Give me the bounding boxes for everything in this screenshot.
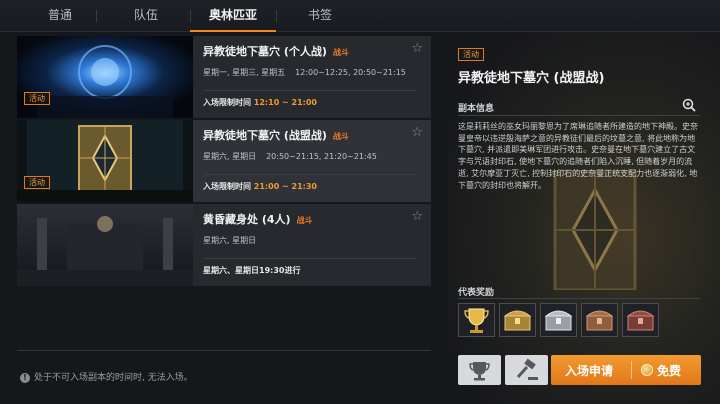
section-dungeon-info: 副本信息: [458, 104, 495, 114]
tab-divider: [96, 10, 97, 22]
trophy-icon: [469, 362, 490, 381]
divider: [458, 115, 700, 116]
entry-time-limit: 星期六、星期日19:30进行: [203, 266, 301, 275]
gavel-icon: [516, 358, 538, 380]
divider: [458, 298, 700, 299]
reward-silver-chest-icon[interactable]: [540, 303, 577, 337]
tab-party[interactable]: 队伍: [110, 0, 182, 32]
dungeon-schedule: 星期一, 星期三, 星期五 12:00~12:25, 20:50~21:15: [203, 68, 406, 77]
divider: [203, 174, 417, 175]
dungeon-card[interactable]: 活动 异教徒地下墓穴 (战盟战) 战斗 ☆ 星期六, 星期日 20:50~21:15…: [17, 120, 431, 202]
dungeon-title: 黄昏藏身处 (4人) 战斗: [203, 213, 313, 226]
reward-red-chest-icon[interactable]: [622, 303, 659, 337]
section-rewards: 代表奖励: [458, 288, 495, 298]
tab-bookmark[interactable]: 书签: [284, 0, 356, 32]
dungeon-thumbnail: [17, 36, 193, 118]
detail-title: 异教徒地下墓穴 (战盟战): [458, 71, 605, 86]
reward-gold-chest-icon[interactable]: [499, 303, 536, 337]
auction-button[interactable]: [505, 355, 548, 385]
bookmark-star-icon[interactable]: ☆: [411, 125, 423, 140]
divider: [17, 350, 431, 351]
dungeon-schedule: 星期六, 星期日: [203, 236, 257, 245]
ranking-trophy-button[interactable]: [458, 355, 501, 385]
zoom-icon[interactable]: [682, 98, 696, 112]
top-tab-bar: 普通 队伍 奥林匹亚 书签: [0, 0, 720, 32]
event-tag: 活动: [24, 176, 50, 189]
bookmark-star-icon[interactable]: ☆: [411, 41, 423, 56]
dungeon-title: 异教徒地下墓穴 (个人战) 战斗: [203, 45, 349, 58]
reward-bronze-chest-icon[interactable]: [581, 303, 618, 337]
enter-apply-button[interactable]: 入场申请 免费: [551, 355, 701, 385]
divider: [203, 258, 417, 259]
event-tag: 活动: [24, 92, 50, 105]
entry-time-limit: 入场限制时间 21:00 ~ 21:30: [203, 182, 317, 191]
reward-trophy-icon[interactable]: [458, 303, 495, 337]
dungeon-title: 异教徒地下墓穴 (战盟战) 战斗: [203, 129, 349, 142]
battle-badge: 战斗: [332, 48, 349, 57]
dungeon-card[interactable]: 黄昏藏身处 (4人) 战斗 ☆ 星期六, 星期日 星期六、星期日19:30进行: [17, 204, 431, 286]
info-icon: !: [20, 373, 30, 383]
dungeon-thumbnail: [17, 204, 193, 286]
battle-badge: 战斗: [296, 216, 313, 225]
entry-time-limit: 入场限制时间 12:10 ~ 21:00: [203, 98, 317, 107]
dungeon-thumbnail: [17, 120, 193, 202]
entry-notice: ! 处于不可入场副本的时间时, 无法入场。: [20, 370, 193, 383]
event-tag: 活动: [458, 48, 484, 61]
tab-normal[interactable]: 普通: [24, 0, 96, 32]
dungeon-card[interactable]: 活动 异教徒地下墓穴 (个人战) 战斗 ☆ 星期一, 星期三, 星期五 12:00~…: [17, 36, 431, 118]
tab-divider: [276, 10, 277, 22]
divider: [203, 90, 417, 91]
dungeon-schedule: 星期六, 星期日 20:50~21:15, 21:20~21:45: [203, 152, 377, 161]
dungeon-description: 这是莉莉丝的巫女玛丽黎恩为了席琳追随者所建造的地下神殿。史奈曼皇帝以违逆殷海萨之…: [458, 122, 698, 190]
coin-icon: [641, 364, 653, 376]
battle-badge: 战斗: [332, 132, 349, 141]
tab-olympia[interactable]: 奥林匹亚: [190, 0, 276, 32]
bookmark-star-icon[interactable]: ☆: [411, 209, 423, 224]
